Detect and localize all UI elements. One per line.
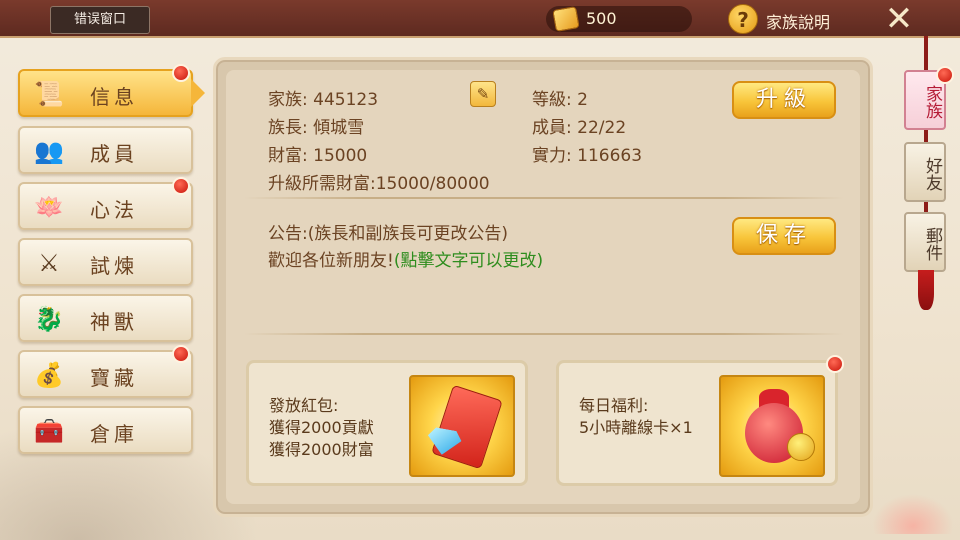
- gold-counter: 500: [546, 6, 692, 32]
- nav-item-label: 成員: [90, 142, 138, 166]
- power-value: 116663: [577, 146, 643, 166]
- treasure-icon: 💰: [34, 361, 64, 389]
- divider: [244, 197, 844, 199]
- notification-badge: [826, 355, 844, 373]
- lotus-icon: 🪷: [34, 193, 64, 221]
- family-label: 家族:: [268, 90, 308, 110]
- tassel-decoration: [918, 270, 934, 310]
- scroll-icon: 📜: [34, 80, 64, 108]
- save-button[interactable]: 保存: [732, 217, 836, 255]
- level-label: 等級:: [532, 90, 572, 110]
- level-value: 2: [577, 90, 588, 110]
- top-bar: 家族 错误窗口 500 ? 家族說明 ✕: [0, 0, 960, 38]
- members-value: 22/22: [577, 118, 627, 138]
- nav-item-label: 信息: [90, 85, 138, 109]
- lotus-decoration: [872, 494, 954, 534]
- help-icon[interactable]: ?: [728, 4, 758, 34]
- error-window-button[interactable]: 错误窗口: [50, 6, 150, 34]
- dragon-icon: 🐉: [34, 305, 64, 333]
- gold-ingot-icon: [552, 6, 580, 32]
- nav-item-treasure[interactable]: 💰 寶藏: [18, 350, 193, 398]
- family-value: 445123: [313, 90, 379, 110]
- family-id-row: 家族: 445123: [268, 85, 378, 110]
- nav-item-beast[interactable]: 🐉 神獸: [18, 294, 193, 342]
- leader-label: 族長:: [268, 118, 308, 138]
- wealth-value: 15000: [313, 146, 368, 166]
- notice-text[interactable]: 歡迎各位新朋友!: [268, 251, 394, 271]
- red-packet-icon[interactable]: [409, 375, 515, 477]
- notification-badge: [172, 64, 190, 82]
- level-row: 等級: 2: [532, 85, 588, 110]
- notification-badge: [936, 66, 954, 84]
- wealth-row: 財富: 15000: [268, 141, 367, 166]
- active-arrow: [191, 79, 205, 107]
- reward-line: 5小時離線卡×1: [579, 418, 693, 437]
- upgrade-requirement: 升級所需財富:15000/80000: [268, 174, 490, 194]
- notice-hint: (點擊文字可以更改): [393, 251, 544, 271]
- upgrade-button[interactable]: 升級: [732, 81, 836, 119]
- notice-content[interactable]: 歡迎各位新朋友!(點擊文字可以更改): [268, 246, 543, 271]
- tab-friends[interactable]: 好友: [904, 142, 946, 202]
- nav-item-warehouse[interactable]: 🧰 倉庫: [18, 406, 193, 454]
- daily-welfare-card[interactable]: 每日福利: 5小時離線卡×1: [556, 360, 838, 486]
- lucky-bag-icon[interactable]: [719, 375, 825, 477]
- red-packet-card[interactable]: 發放紅包: 獲得2000貢獻 獲得2000財富: [246, 360, 528, 486]
- nav-item-label: 倉庫: [90, 422, 138, 446]
- notification-badge: [172, 345, 190, 363]
- power-label: 實力:: [532, 146, 572, 166]
- members-label: 成員:: [532, 118, 572, 138]
- coin-icon: [787, 433, 815, 461]
- close-icon[interactable]: ✕: [882, 2, 916, 36]
- nav-item-heart-method[interactable]: 🪷 心法: [18, 182, 193, 230]
- red-envelope-shape: [431, 384, 503, 470]
- reward-line: 獲得2000貢獻: [269, 418, 374, 437]
- tab-mail[interactable]: 郵件: [904, 212, 946, 272]
- reward-line: 發放紅包:: [269, 396, 339, 415]
- nav-item-label: 心法: [90, 198, 138, 222]
- edit-name-icon[interactable]: ✎: [470, 81, 496, 107]
- power-row: 實力: 116663: [532, 141, 642, 166]
- chest-icon: 🧰: [34, 417, 64, 445]
- family-help-link[interactable]: 家族說明: [766, 9, 830, 33]
- gold-value: 500: [586, 9, 617, 28]
- leader-value: 傾城雪: [313, 118, 365, 138]
- wealth-label: 財富:: [268, 146, 308, 166]
- reward-line: 獲得2000財富: [269, 440, 374, 459]
- members-row: 成員: 22/22: [532, 113, 626, 138]
- reward-line: 每日福利:: [579, 396, 649, 415]
- nav-item-label: 試煉: [90, 254, 138, 278]
- leader-row: 族長: 傾城雪: [268, 113, 364, 138]
- nav-item-label: 神獸: [90, 310, 138, 334]
- nav-item-trial[interactable]: ⚔ 試煉: [18, 238, 193, 286]
- nav-item-members[interactable]: 👥 成員: [18, 126, 193, 174]
- nav-item-label: 寶藏: [90, 366, 138, 390]
- members-icon: 👥: [34, 137, 64, 165]
- notice-title: 公告:(族長和副族長可更改公告): [268, 224, 508, 244]
- nav-item-info[interactable]: 📜 信息: [18, 69, 205, 117]
- divider: [244, 333, 844, 335]
- trial-icon: ⚔: [38, 249, 60, 277]
- notification-badge: [172, 177, 190, 195]
